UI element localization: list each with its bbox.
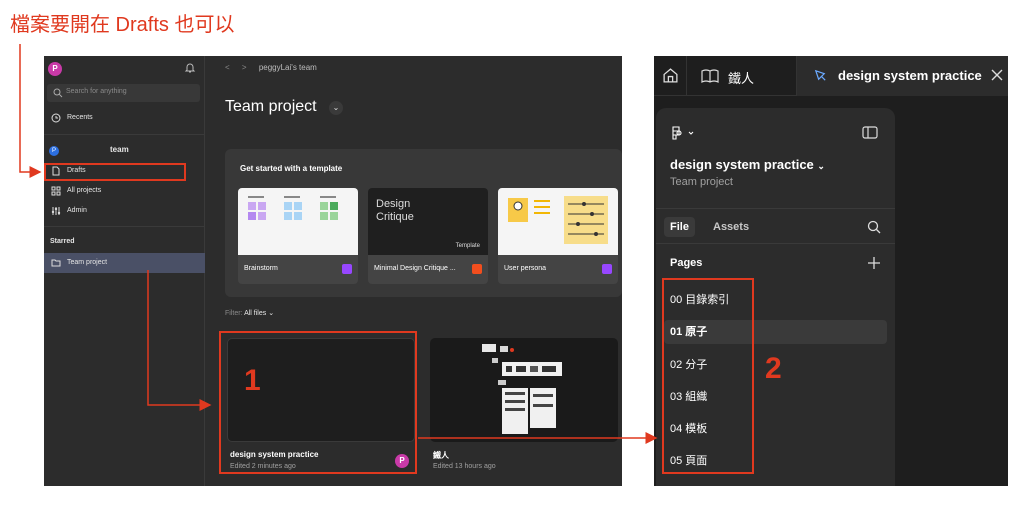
persona-thumbnail bbox=[498, 188, 618, 255]
bell-icon[interactable] bbox=[184, 62, 196, 74]
breadcrumb: < > peggyLai's team bbox=[225, 63, 317, 72]
template-name: Minimal Design Critique ... bbox=[374, 265, 456, 272]
search-icon[interactable] bbox=[867, 220, 881, 234]
team-switcher[interactable]: P team bbox=[49, 144, 199, 158]
tab-label: design system practice bbox=[838, 68, 982, 83]
search-placeholder: Search for anything bbox=[66, 88, 127, 95]
pages-highlight-box bbox=[662, 278, 754, 474]
tab-design-system-practice[interactable]: design system practice bbox=[797, 56, 1008, 96]
breadcrumb-team[interactable]: peggyLai's team bbox=[259, 63, 317, 72]
divider bbox=[44, 134, 205, 135]
critique-thumbnail: Design Critique Template bbox=[368, 188, 488, 255]
team-avatar: P bbox=[49, 146, 59, 156]
tab-label: 鐵人 bbox=[728, 71, 755, 86]
file-highlight-box bbox=[219, 331, 417, 474]
template-panel: Get started with a template Brainstorm D… bbox=[225, 149, 622, 297]
sidebar-item-label: Team project bbox=[67, 259, 108, 266]
add-page-icon[interactable] bbox=[868, 257, 880, 269]
chevron-down-icon: ⌄ bbox=[817, 161, 825, 171]
sidebar-item-label: Admin bbox=[67, 207, 87, 214]
sidebar-item-team-project[interactable]: Team project bbox=[44, 253, 205, 273]
sidebar-item-label: All projects bbox=[67, 187, 102, 194]
sidebar: P Search for anything Recents P team Dra… bbox=[44, 56, 205, 486]
figjam-icon bbox=[602, 264, 612, 274]
sidebar-item-admin[interactable]: Admin bbox=[47, 203, 200, 219]
grid-icon bbox=[51, 186, 61, 196]
file-card-tieren[interactable]: 鐵人 Edited 13 hours ago bbox=[430, 338, 618, 478]
sliders-icon bbox=[51, 207, 61, 215]
template-name: User persona bbox=[504, 265, 547, 272]
filter-label: Filter: bbox=[225, 310, 243, 317]
filter-control[interactable]: Filter: All files ⌄ bbox=[225, 309, 274, 317]
file-edited: Edited 13 hours ago bbox=[433, 463, 496, 470]
file-name: 鐵人 bbox=[433, 451, 449, 460]
step-label-1: 1 bbox=[244, 364, 261, 397]
arrow-title-to-drafts bbox=[19, 44, 42, 178]
home-tab[interactable] bbox=[654, 56, 687, 96]
tab-assets[interactable]: Assets bbox=[713, 217, 749, 237]
sidebar-item-all-projects[interactable]: All projects bbox=[47, 183, 200, 199]
figma-logo-icon[interactable] bbox=[670, 126, 700, 140]
tab-bar: 鐵人 design system practice bbox=[654, 56, 1008, 96]
template-card-persona[interactable]: User persona bbox=[498, 188, 618, 284]
panel-tabs: File Assets bbox=[656, 208, 895, 244]
team-name: team bbox=[110, 145, 129, 154]
template-name: Brainstorm bbox=[244, 265, 278, 272]
folder-icon bbox=[51, 259, 61, 267]
slides-icon bbox=[472, 264, 482, 274]
back-arrow-icon[interactable]: < bbox=[225, 63, 230, 72]
starred-heading: Starred bbox=[50, 238, 75, 245]
drafts-highlight-box bbox=[44, 163, 186, 181]
pages-heading: Pages bbox=[670, 257, 703, 269]
forward-arrow-icon[interactable]: > bbox=[242, 63, 247, 72]
book-icon bbox=[701, 69, 719, 83]
project-name: Team project bbox=[670, 176, 733, 188]
filter-value: All files bbox=[244, 310, 267, 317]
divider bbox=[44, 226, 205, 227]
home-icon bbox=[663, 68, 678, 83]
thumbnail-tag: Template bbox=[455, 243, 480, 249]
close-icon[interactable] bbox=[990, 68, 1004, 82]
pen-icon bbox=[814, 69, 826, 81]
user-avatar[interactable]: P bbox=[48, 62, 62, 76]
figjam-icon bbox=[342, 264, 352, 274]
search-icon bbox=[53, 88, 63, 98]
template-card-brainstorm[interactable]: Brainstorm bbox=[238, 188, 358, 284]
sidebar-item-recents[interactable]: Recents bbox=[47, 110, 200, 126]
search-input[interactable]: Search for anything bbox=[47, 84, 200, 102]
clock-icon bbox=[51, 113, 61, 123]
file-thumbnail bbox=[430, 338, 618, 442]
annotation-title: 檔案要開在 Drafts 也可以 bbox=[10, 14, 235, 36]
file-title[interactable]: design system practice ⌄ bbox=[670, 157, 825, 172]
file-title-text: design system practice bbox=[670, 157, 814, 172]
step-label-2: 2 bbox=[765, 352, 782, 385]
sidebar-item-label: Recents bbox=[67, 114, 93, 121]
chevron-down-icon[interactable]: ⌄ bbox=[329, 101, 343, 115]
tab-tieren[interactable]: 鐵人 bbox=[687, 56, 797, 96]
templates-heading: Get started with a template bbox=[240, 164, 343, 173]
tab-file[interactable]: File bbox=[664, 217, 695, 237]
chevron-down-icon: ⌄ bbox=[268, 310, 275, 317]
brainstorm-thumbnail bbox=[238, 188, 358, 255]
thumbnail-title: Design Critique bbox=[376, 198, 414, 223]
template-card-critique[interactable]: Design Critique Template Minimal Design … bbox=[368, 188, 488, 284]
sidebar-toggle-icon[interactable] bbox=[862, 126, 878, 139]
page-title: Team project bbox=[225, 98, 317, 115]
